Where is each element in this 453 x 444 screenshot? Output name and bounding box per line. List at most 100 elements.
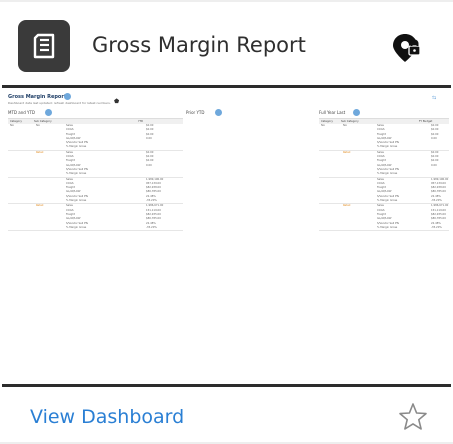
preview-table-body: NA NA Sales $0.00 COGS $0.00 Freight $0.00 GL/AP… bbox=[319, 124, 449, 232]
location-pin-lock-icon[interactable] bbox=[390, 31, 424, 65]
preview-cell: 957,139.00 bbox=[146, 181, 161, 185]
preview-cell: $0.00 bbox=[146, 124, 154, 127]
preview-cell: S/Vendor Sell PTs bbox=[377, 221, 400, 225]
preview-cell: $80,785.00 bbox=[146, 217, 161, 221]
preview-cell: NA bbox=[36, 124, 40, 127]
report-icon bbox=[18, 20, 70, 72]
preview-table-ytd: Category Sub Category YTD NA NA Sales $0.00… bbox=[8, 118, 183, 232]
preview-cell: 1,986,671.00 bbox=[431, 204, 449, 208]
card-header: Gross Margin Report bbox=[0, 12, 453, 82]
preview-cell: $0.00 bbox=[431, 155, 439, 159]
preview-cell: NA bbox=[321, 124, 325, 127]
preview-cell: Sales bbox=[66, 124, 73, 127]
preview-cell: 22.48% bbox=[146, 194, 156, 198]
preview-cell: S/Vendor Sell PTs bbox=[377, 167, 400, 171]
dashboard-card: Gross Margin Report Gross Margin Report … bbox=[0, 0, 453, 444]
header-cell: Category bbox=[321, 120, 333, 123]
preview-cell: S/Vendor Sell PTs bbox=[66, 194, 89, 198]
header-cell: FY Budget bbox=[419, 120, 433, 123]
preview-cell: 0.00 bbox=[431, 163, 437, 167]
preview-cell: Freight bbox=[377, 186, 386, 190]
preview-cell: 0.00 bbox=[146, 136, 152, 140]
preview-section-full: Full Year Last bbox=[319, 110, 346, 115]
view-dashboard-link[interactable]: View Dashboard bbox=[30, 406, 184, 428]
preview-cell: $82,938.00 bbox=[146, 186, 161, 190]
preview-cell: $80,785.00 bbox=[146, 190, 161, 194]
preview-cell: Sales bbox=[66, 150, 73, 154]
preview-cell: COGS bbox=[66, 181, 74, 185]
preview-cell: $0.00 bbox=[146, 159, 154, 163]
preview-cell: GL/AP/LOW bbox=[377, 217, 392, 221]
preview-pin-icon: ⬟ bbox=[114, 98, 120, 105]
preview-cell: $0.00 bbox=[146, 150, 154, 154]
preview-cell: COGS bbox=[377, 128, 385, 132]
preview-cell: Sales bbox=[377, 150, 384, 154]
preview-cell: GL/AP/LOW bbox=[377, 136, 392, 140]
preview-cell: Freight bbox=[377, 212, 386, 216]
preview-cell: 0.00 bbox=[431, 136, 437, 140]
preview-cell: Retail bbox=[36, 150, 44, 154]
preview-cell: -35.20% bbox=[431, 199, 442, 203]
preview-cell: S/Vendor Sell PTs bbox=[377, 194, 400, 198]
preview-cell: Freight bbox=[66, 159, 75, 163]
preview-cell: Freight bbox=[66, 132, 75, 136]
preview-cell: $80,785.00 bbox=[431, 217, 446, 221]
preview-cell: 22.48% bbox=[431, 221, 441, 225]
preview-cell: GL/AP/LOW bbox=[377, 163, 392, 167]
card-title: Gross Margin Report bbox=[92, 33, 306, 57]
preview-table-body: NA NA Sales $0.00 COGS $0.00 Freight $0.00 GL/AP… bbox=[8, 124, 183, 232]
star-outline-icon[interactable] bbox=[397, 401, 429, 433]
header-cell: Sub Category bbox=[34, 120, 52, 123]
preview-cell: Sales bbox=[66, 204, 73, 208]
header-cell: YTD bbox=[138, 120, 144, 123]
preview-cell: % Margin Gross bbox=[377, 172, 398, 176]
preview-cell: $0.00 bbox=[431, 132, 439, 136]
preview-cell: NA bbox=[10, 124, 14, 127]
card-footer: View Dashboard bbox=[0, 395, 453, 444]
preview-cell: COGS bbox=[377, 208, 385, 212]
preview-cell: $0.00 bbox=[146, 155, 154, 159]
preview-cell: S/Vendor Sell PTs bbox=[377, 141, 400, 145]
preview-cell: $0.00 bbox=[146, 128, 154, 132]
preview-cell: $82,938.00 bbox=[431, 186, 446, 190]
preview-table-budget: Category Sub Category FY Budget NA NA Sale… bbox=[319, 118, 449, 232]
preview-cell: $82,935.00 bbox=[431, 212, 446, 216]
preview-cell: COGS bbox=[66, 208, 74, 212]
preview-cell: NA bbox=[343, 124, 347, 127]
preview-cell: $80,785.00 bbox=[431, 190, 446, 194]
preview-cell: Retail bbox=[343, 204, 351, 208]
preview-cell: % Margin Gross bbox=[66, 172, 87, 176]
preview-cell: $0.00 bbox=[431, 124, 439, 127]
header-cell: Sub Category bbox=[341, 120, 359, 123]
preview-cell: Sales bbox=[377, 204, 384, 208]
preview-cell: Sales bbox=[66, 177, 73, 181]
preview-cell: GL/AP/LOW bbox=[377, 190, 392, 194]
preview-cell: % Margin Gross bbox=[377, 145, 398, 149]
preview-cell: 22.48% bbox=[431, 194, 441, 198]
preview-cell: 151,119.00 bbox=[431, 208, 446, 212]
preview-cell: $0.00 bbox=[431, 159, 439, 163]
preview-info-icon bbox=[64, 93, 71, 100]
preview-cell: Retail bbox=[36, 204, 44, 208]
preview-cell: Freight bbox=[66, 186, 75, 190]
preview-cell: GL/AP/LOW bbox=[66, 190, 81, 194]
preview-cell: Freight bbox=[377, 159, 386, 163]
preview-cell: GL/AP/LOW bbox=[66, 217, 81, 221]
preview-bottom-border bbox=[2, 384, 451, 387]
top-divider bbox=[0, 0, 453, 2]
preview-cell: -35.20% bbox=[146, 225, 157, 229]
preview-cell: 1,989,196.00 bbox=[431, 177, 449, 181]
preview-cell: COGS bbox=[377, 155, 385, 159]
preview-section-prior: Prior YTD bbox=[186, 110, 205, 115]
preview-cell: COGS bbox=[66, 155, 74, 159]
preview-cell: % Margin Gross bbox=[377, 225, 398, 229]
preview-cell: S/Vendor Sell PTs bbox=[66, 141, 89, 145]
preview-cell: $82,935.00 bbox=[146, 212, 161, 216]
header-cell: Category bbox=[10, 120, 22, 123]
preview-cell: $0.00 bbox=[146, 132, 154, 136]
dashboard-preview[interactable]: Gross Margin Report Dashboard data last … bbox=[2, 88, 451, 384]
preview-cell: -35.20% bbox=[431, 225, 442, 229]
preview-group-divider bbox=[8, 230, 183, 232]
preview-cell: COGS bbox=[66, 128, 74, 132]
preview-cell: % Margin Gross bbox=[66, 145, 87, 149]
